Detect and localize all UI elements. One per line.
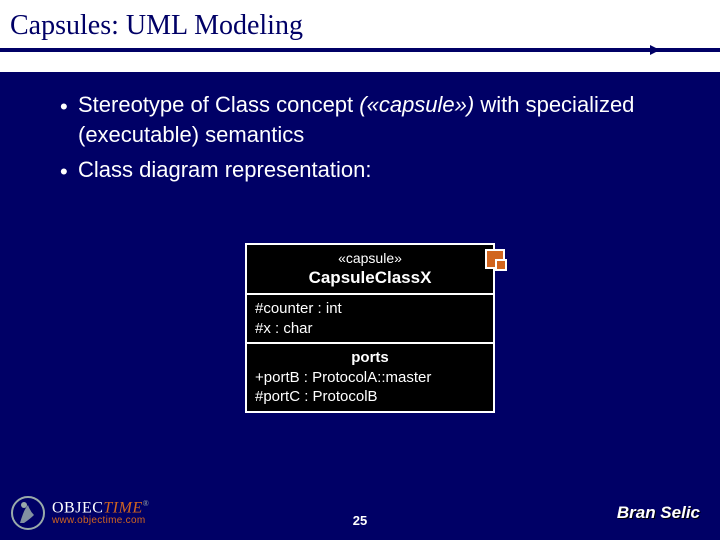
arrow-right-icon [650, 45, 660, 55]
uml-ports-compartment: ports +portB : ProtocolA::master #portC … [245, 344, 495, 413]
title-underline [0, 48, 720, 52]
logo-mark-icon [10, 495, 46, 531]
uml-class-box: «capsule» CapsuleClassX #counter : int #… [245, 243, 495, 413]
bullet-item: • Class diagram representation: [60, 155, 680, 187]
uml-ports-label: ports [255, 348, 485, 368]
bullet-dot-icon: • [60, 155, 78, 187]
logo: OBJECTIME® www.objectime.com [10, 495, 149, 531]
uml-attributes-compartment: #counter : int #x : char [245, 295, 495, 344]
uml-port: #portC : ProtocolB [255, 387, 485, 407]
uml-port: +portB : ProtocolA::master [255, 368, 485, 388]
slide-footer: OBJECTIME® www.objectime.com 25 Bran Sel… [0, 486, 720, 540]
uml-attribute: #x : char [255, 319, 485, 339]
port-icon [485, 249, 505, 269]
bullet-emphasis: («capsule») [359, 92, 480, 117]
white-band [0, 52, 720, 72]
page-number: 25 [353, 513, 367, 528]
uml-class-name: CapsuleClassX [255, 267, 485, 289]
logo-url: www.objectime.com [52, 516, 149, 526]
bullet-list: • Stereotype of Class concept («capsule»… [60, 90, 680, 187]
uml-stereotype: «capsule» [255, 249, 485, 267]
bullet-text: Stereotype of Class concept [78, 92, 359, 117]
bullet-dot-icon: • [60, 90, 78, 122]
logo-brand: OBJECTIME® [52, 500, 149, 516]
bullet-text: Class diagram representation: [78, 157, 371, 182]
uml-attribute: #counter : int [255, 299, 485, 319]
slide-title: Capsules: UML Modeling [10, 10, 710, 42]
bullet-item: • Stereotype of Class concept («capsule»… [60, 90, 680, 149]
uml-name-compartment: «capsule» CapsuleClassX [245, 243, 495, 295]
author-name: Bran Selic [617, 503, 700, 523]
